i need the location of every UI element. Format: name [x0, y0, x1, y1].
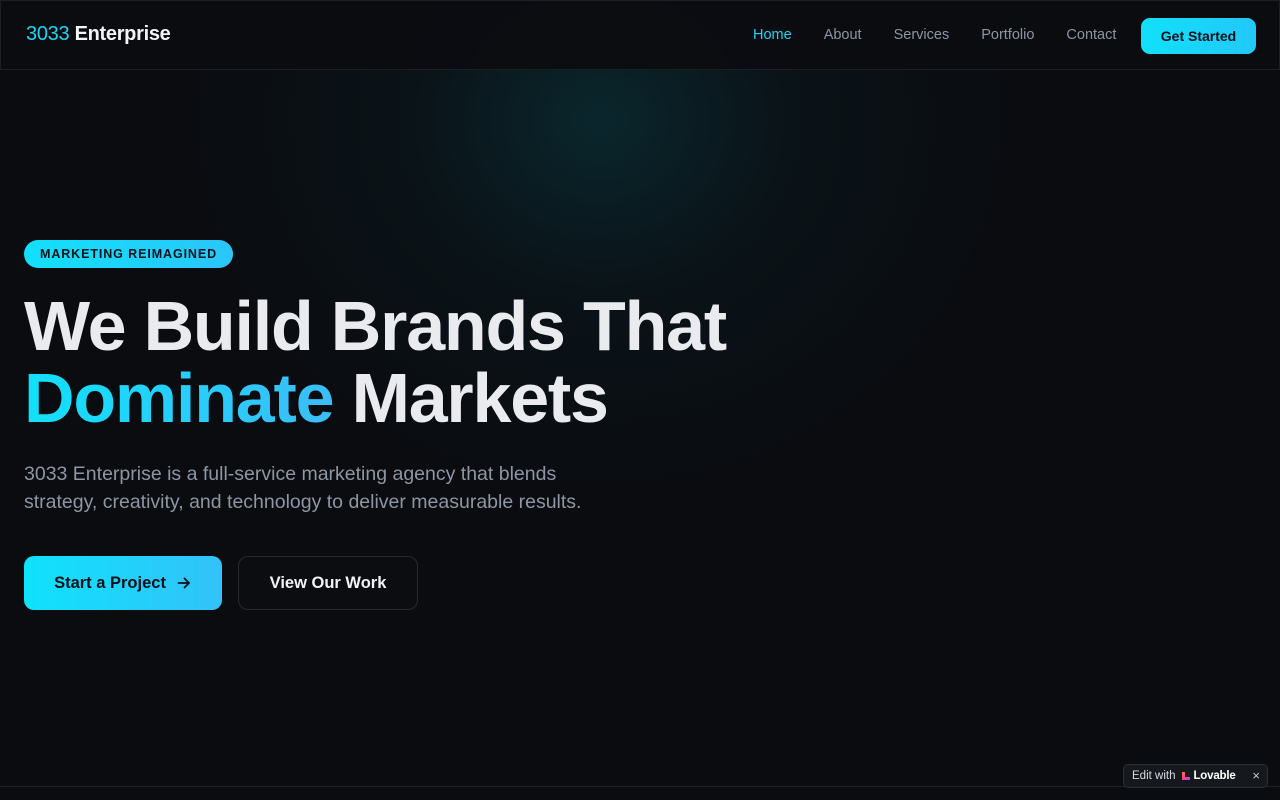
section-divider — [0, 786, 1280, 787]
top-navbar: 3033 Enterprise Home About Services Port… — [0, 0, 1280, 70]
lovable-edit-text: Edit with — [1132, 770, 1176, 782]
brand-number: 3033 — [26, 23, 70, 45]
hero-description: 3033 Enterprise is a full-service market… — [24, 460, 644, 516]
arrow-right-icon — [176, 575, 192, 591]
hero-description-line-1: 3033 Enterprise is a full-service market… — [24, 463, 557, 485]
lovable-heart-icon — [1181, 771, 1191, 781]
nav-link-contact[interactable]: Contact — [1066, 27, 1116, 43]
start-project-label: Start a Project — [54, 573, 166, 592]
brand-name: Enterprise — [74, 23, 171, 45]
hero-headline: We Build Brands That Dominate Markets — [24, 287, 727, 434]
lovable-brand: Lovable — [1193, 770, 1236, 782]
nav-link-portfolio[interactable]: Portfolio — [981, 27, 1034, 43]
nav-link-services[interactable]: Services — [894, 27, 950, 43]
landing-page: 3033 Enterprise Home About Services Port… — [0, 0, 1280, 800]
headline-line-2: Dominate Markets — [24, 362, 726, 434]
headline-accent-word: Dominate — [24, 359, 335, 437]
brand-logo[interactable]: 3033 Enterprise — [26, 23, 171, 46]
close-icon[interactable]: × — [1252, 769, 1260, 783]
main-nav: Home About Services Portfolio Contact — [753, 27, 1116, 43]
nav-link-about[interactable]: About — [824, 27, 862, 43]
nav-link-home[interactable]: Home — [753, 27, 792, 43]
view-our-work-button[interactable]: View Our Work — [238, 556, 418, 610]
edit-with-lovable-badge[interactable]: Edit with Lovable × — [1123, 764, 1268, 788]
hero-description-line-2: strategy, creativity, and technology to … — [24, 491, 582, 513]
headline-line-1: We Build Brands That — [24, 287, 727, 365]
hero-badge: MARKETING REIMAGINED — [24, 240, 234, 268]
headline-rest: Markets — [333, 359, 609, 437]
get-started-button[interactable]: Get Started — [1141, 18, 1256, 54]
start-project-button[interactable]: Start a Project — [24, 556, 222, 610]
